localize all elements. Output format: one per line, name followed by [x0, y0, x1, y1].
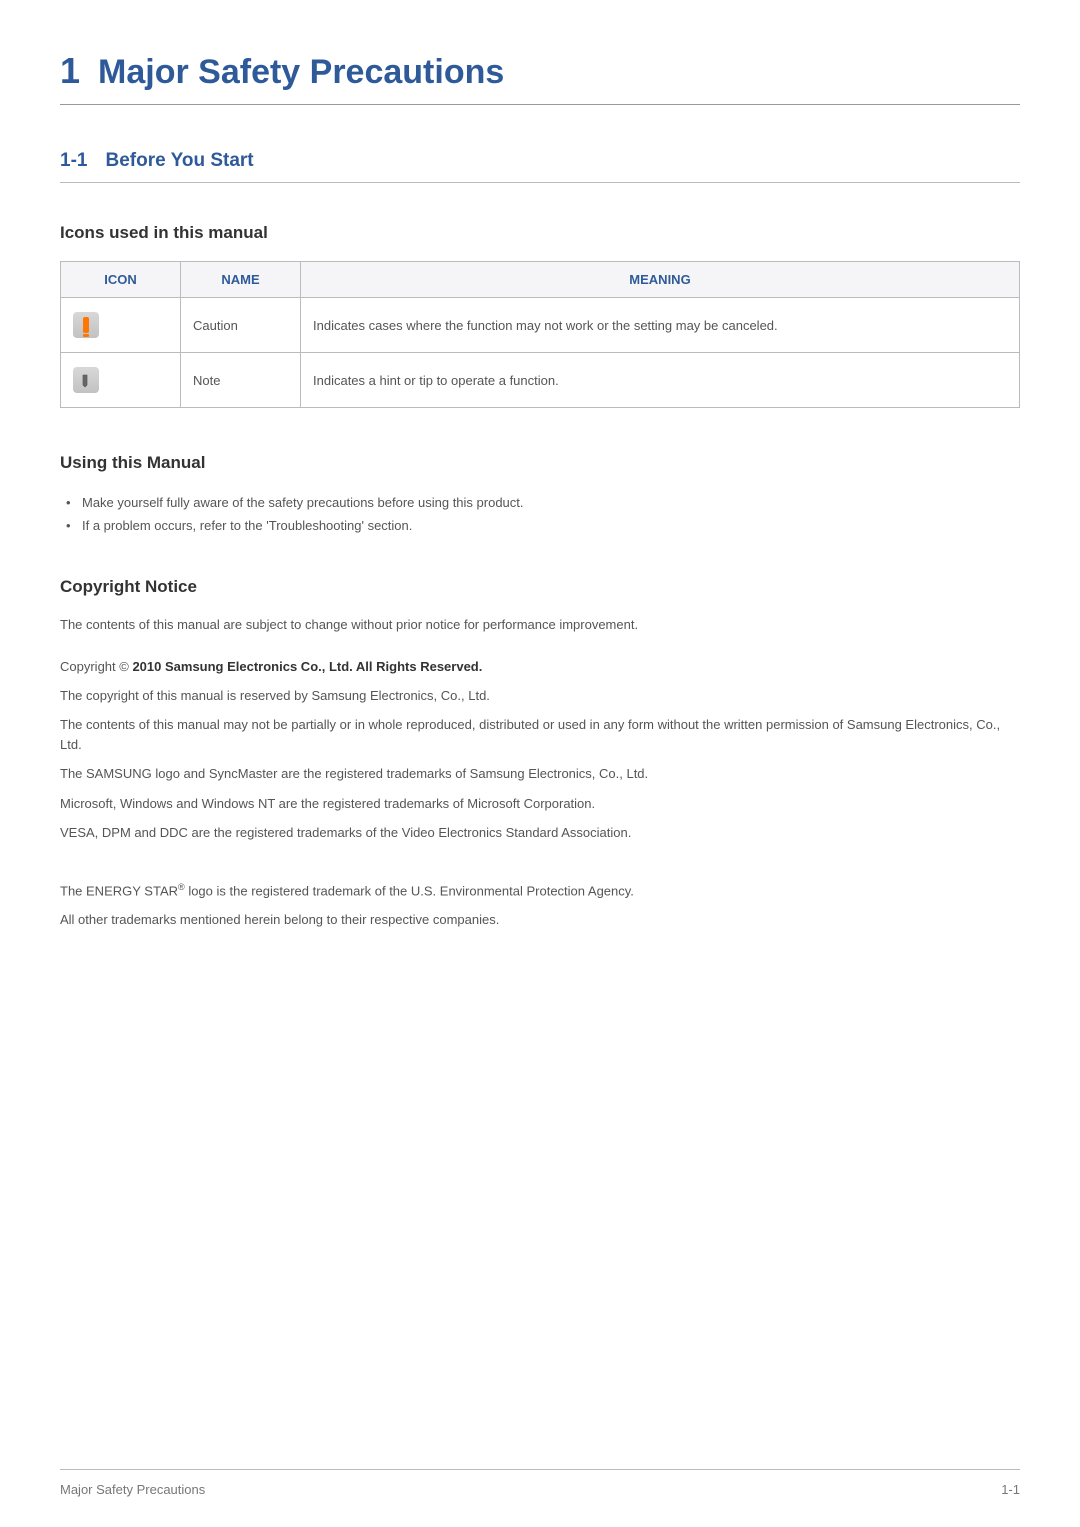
copyright-p4: The SAMSUNG logo and SyncMaster are the …: [60, 764, 1020, 784]
chapter-text: Major Safety Precautions: [98, 53, 504, 92]
copyright-p6: VESA, DPM and DDC are the registered tra…: [60, 823, 1020, 843]
copyright-p2: The copyright of this manual is reserved…: [60, 686, 1020, 706]
copyright-prefix: Copyright ©: [60, 659, 132, 674]
footer: Major Safety Precautions 1-1: [60, 1469, 1020, 1497]
chapter-number: 1: [60, 50, 80, 92]
cell-icon-note: [61, 353, 181, 408]
list-item: Make yourself fully aware of the safety …: [60, 491, 1020, 514]
th-name: NAME: [181, 262, 301, 298]
cell-name: Note: [181, 353, 301, 408]
p7-b: logo is the registered trademark of the …: [185, 883, 634, 898]
copyright-p5: Microsoft, Windows and Windows NT are th…: [60, 794, 1020, 814]
note-icon: [73, 367, 99, 393]
subheading-copyright: Copyright Notice: [60, 577, 1020, 597]
copyright-line: Copyright © 2010 Samsung Electronics Co.…: [60, 659, 1020, 674]
table-row: Caution Indicates cases where the functi…: [61, 298, 1020, 353]
list-item: If a problem occurs, refer to the 'Troub…: [60, 514, 1020, 537]
icons-table: ICON NAME MEANING Caution Indicates case…: [60, 261, 1020, 408]
registered-mark: ®: [178, 882, 185, 892]
subheading-using-manual: Using this Manual: [60, 453, 1020, 473]
section-text: Before You Start: [105, 150, 253, 172]
p7-a: The ENERGY STAR: [60, 883, 178, 898]
copyright-p1: The contents of this manual are subject …: [60, 615, 1020, 635]
footer-left: Major Safety Precautions: [60, 1482, 205, 1497]
cell-name: Caution: [181, 298, 301, 353]
footer-right: 1-1: [1001, 1482, 1020, 1497]
cell-meaning: Indicates cases where the function may n…: [301, 298, 1020, 353]
using-manual-list: Make yourself fully aware of the safety …: [60, 491, 1020, 537]
caution-icon: [73, 312, 99, 338]
th-meaning: MEANING: [301, 262, 1020, 298]
th-icon: ICON: [61, 262, 181, 298]
table-header-row: ICON NAME MEANING: [61, 262, 1020, 298]
subheading-icons-used: Icons used in this manual: [60, 223, 1020, 243]
table-row: Note Indicates a hint or tip to operate …: [61, 353, 1020, 408]
chapter-title: 1 Major Safety Precautions: [60, 50, 1020, 105]
copyright-p7: The ENERGY STAR® logo is the registered …: [60, 881, 1020, 901]
cell-meaning: Indicates a hint or tip to operate a fun…: [301, 353, 1020, 408]
section-number: 1-1: [60, 150, 87, 172]
cell-icon-caution: [61, 298, 181, 353]
copyright-p8: All other trademarks mentioned herein be…: [60, 910, 1020, 930]
section-title: 1-1 Before You Start: [60, 150, 1020, 183]
copyright-p3: The contents of this manual may not be p…: [60, 715, 1020, 754]
copyright-bold: 2010 Samsung Electronics Co., Ltd. All R…: [132, 659, 482, 674]
